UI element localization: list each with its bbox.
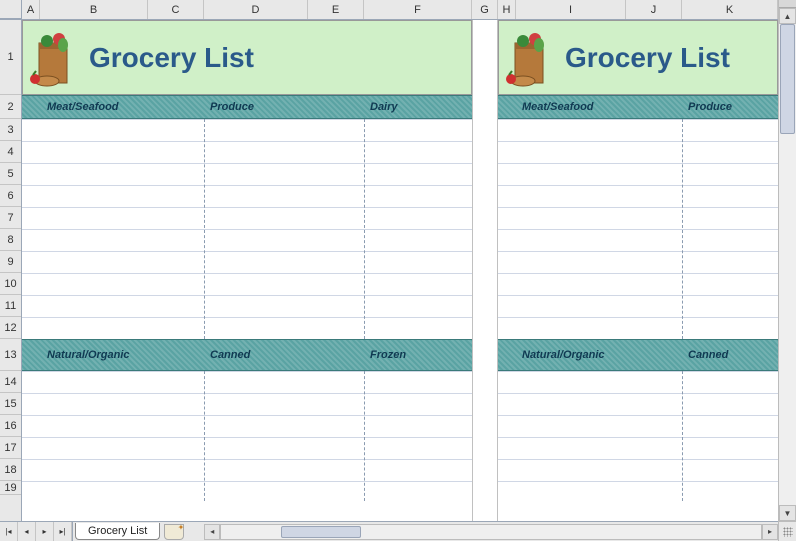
title-text-right: Grocery List <box>565 42 730 74</box>
cat-frozen: Frozen <box>370 339 406 371</box>
row-header-6[interactable]: 6 <box>0 185 21 207</box>
workbook: A B C D E F G H I J K 1 2 3 4 5 6 7 8 9 … <box>0 0 778 521</box>
new-sheet-button[interactable] <box>164 524 184 540</box>
row-header-4[interactable]: 4 <box>0 141 21 163</box>
row-header-2[interactable]: 2 <box>0 95 21 119</box>
dashed-separator <box>204 371 205 501</box>
row-header-15[interactable]: 15 <box>0 393 21 415</box>
title-text-left: Grocery List <box>89 42 254 74</box>
dashed-separator <box>204 119 205 339</box>
cat-produce-r: Produce <box>688 95 732 119</box>
col-header-E[interactable]: E <box>308 0 364 19</box>
scroll-left-button[interactable]: ◂ <box>204 524 220 540</box>
cat-canned-r: Canned <box>688 339 728 371</box>
row-header-13[interactable]: 13 <box>0 339 21 371</box>
row-header-19[interactable]: 19 <box>0 481 21 495</box>
tab-prev-button[interactable]: ◂ <box>18 522 36 541</box>
vscroll-thumb[interactable] <box>780 24 795 134</box>
col-header-A[interactable]: A <box>22 0 40 19</box>
row-header-12[interactable]: 12 <box>0 317 21 339</box>
col-header-B[interactable]: B <box>40 0 148 19</box>
dashed-separator <box>682 371 683 501</box>
row-header-11[interactable]: 11 <box>0 295 21 317</box>
row-header-5[interactable]: 5 <box>0 163 21 185</box>
cat-dairy: Dairy <box>370 95 398 119</box>
tab-first-button[interactable]: |◂ <box>0 522 18 541</box>
cells-area[interactable]: Grocery List Grocery List Meat/Seafo <box>22 20 778 521</box>
dashed-separator <box>364 371 365 501</box>
resize-corner[interactable] <box>778 521 796 541</box>
row-header-9[interactable]: 9 <box>0 251 21 273</box>
hscroll-track[interactable] <box>220 524 762 540</box>
col-header-D[interactable]: D <box>204 0 308 19</box>
cat-canned: Canned <box>210 339 250 371</box>
cat-produce: Produce <box>210 95 254 119</box>
dashed-separator <box>364 119 365 339</box>
hscroll-thumb[interactable] <box>281 526 361 538</box>
row-header-8[interactable]: 8 <box>0 229 21 251</box>
col-header-I[interactable]: I <box>516 0 626 19</box>
vertical-scrollbar[interactable]: ▲ ▼ <box>778 0 796 521</box>
tab-bar: |◂ ◂ ▸ ▸| Grocery List ◂ ▸ <box>0 521 778 541</box>
cat-meat-seafood-r: Meat/Seafood <box>522 95 594 119</box>
scroll-down-button[interactable]: ▼ <box>779 505 796 521</box>
row-header-3[interactable]: 3 <box>0 119 21 141</box>
row-header-16[interactable]: 16 <box>0 415 21 437</box>
grocery-bag-icon <box>29 29 83 87</box>
col-header-F[interactable]: F <box>364 0 472 19</box>
tab-next-button[interactable]: ▸ <box>36 522 54 541</box>
cat-natural-organic: Natural/Organic <box>47 339 130 371</box>
cat-meat-seafood: Meat/Seafood <box>47 95 119 119</box>
horizontal-scrollbar[interactable]: ◂ ▸ <box>204 524 778 540</box>
col-header-K[interactable]: K <box>682 0 778 19</box>
row-header-14[interactable]: 14 <box>0 371 21 393</box>
col-header-J[interactable]: J <box>626 0 682 19</box>
tab-last-button[interactable]: ▸| <box>54 522 72 541</box>
column-headers: A B C D E F G H I J K <box>0 0 778 20</box>
row-header-1[interactable]: 1 <box>0 20 21 95</box>
gap-column <box>472 20 498 521</box>
sheet-tab[interactable]: Grocery List <box>75 523 160 540</box>
row-header-17[interactable]: 17 <box>0 437 21 459</box>
col-header-H[interactable]: H <box>498 0 516 19</box>
row-header-10[interactable]: 10 <box>0 273 21 295</box>
grocery-bag-icon <box>505 29 559 87</box>
scroll-right-button[interactable]: ▸ <box>762 524 778 540</box>
col-header-C[interactable]: C <box>148 0 204 19</box>
tab-nav: |◂ ◂ ▸ ▸| <box>0 522 73 541</box>
title-banner-right: Grocery List <box>498 20 778 95</box>
split-handle[interactable] <box>779 0 796 8</box>
row-headers: 1 2 3 4 5 6 7 8 9 10 11 12 13 14 15 16 1… <box>0 20 22 521</box>
dashed-separator <box>682 119 683 339</box>
row-header-7[interactable]: 7 <box>0 207 21 229</box>
scroll-up-button[interactable]: ▲ <box>779 8 796 24</box>
vscroll-track[interactable] <box>779 24 796 505</box>
title-banner-left: Grocery List <box>22 20 472 95</box>
col-header-G[interactable]: G <box>472 0 498 19</box>
row-header-18[interactable]: 18 <box>0 459 21 481</box>
cat-natural-organic-r: Natural/Organic <box>522 339 605 371</box>
select-all-corner[interactable] <box>0 0 22 19</box>
